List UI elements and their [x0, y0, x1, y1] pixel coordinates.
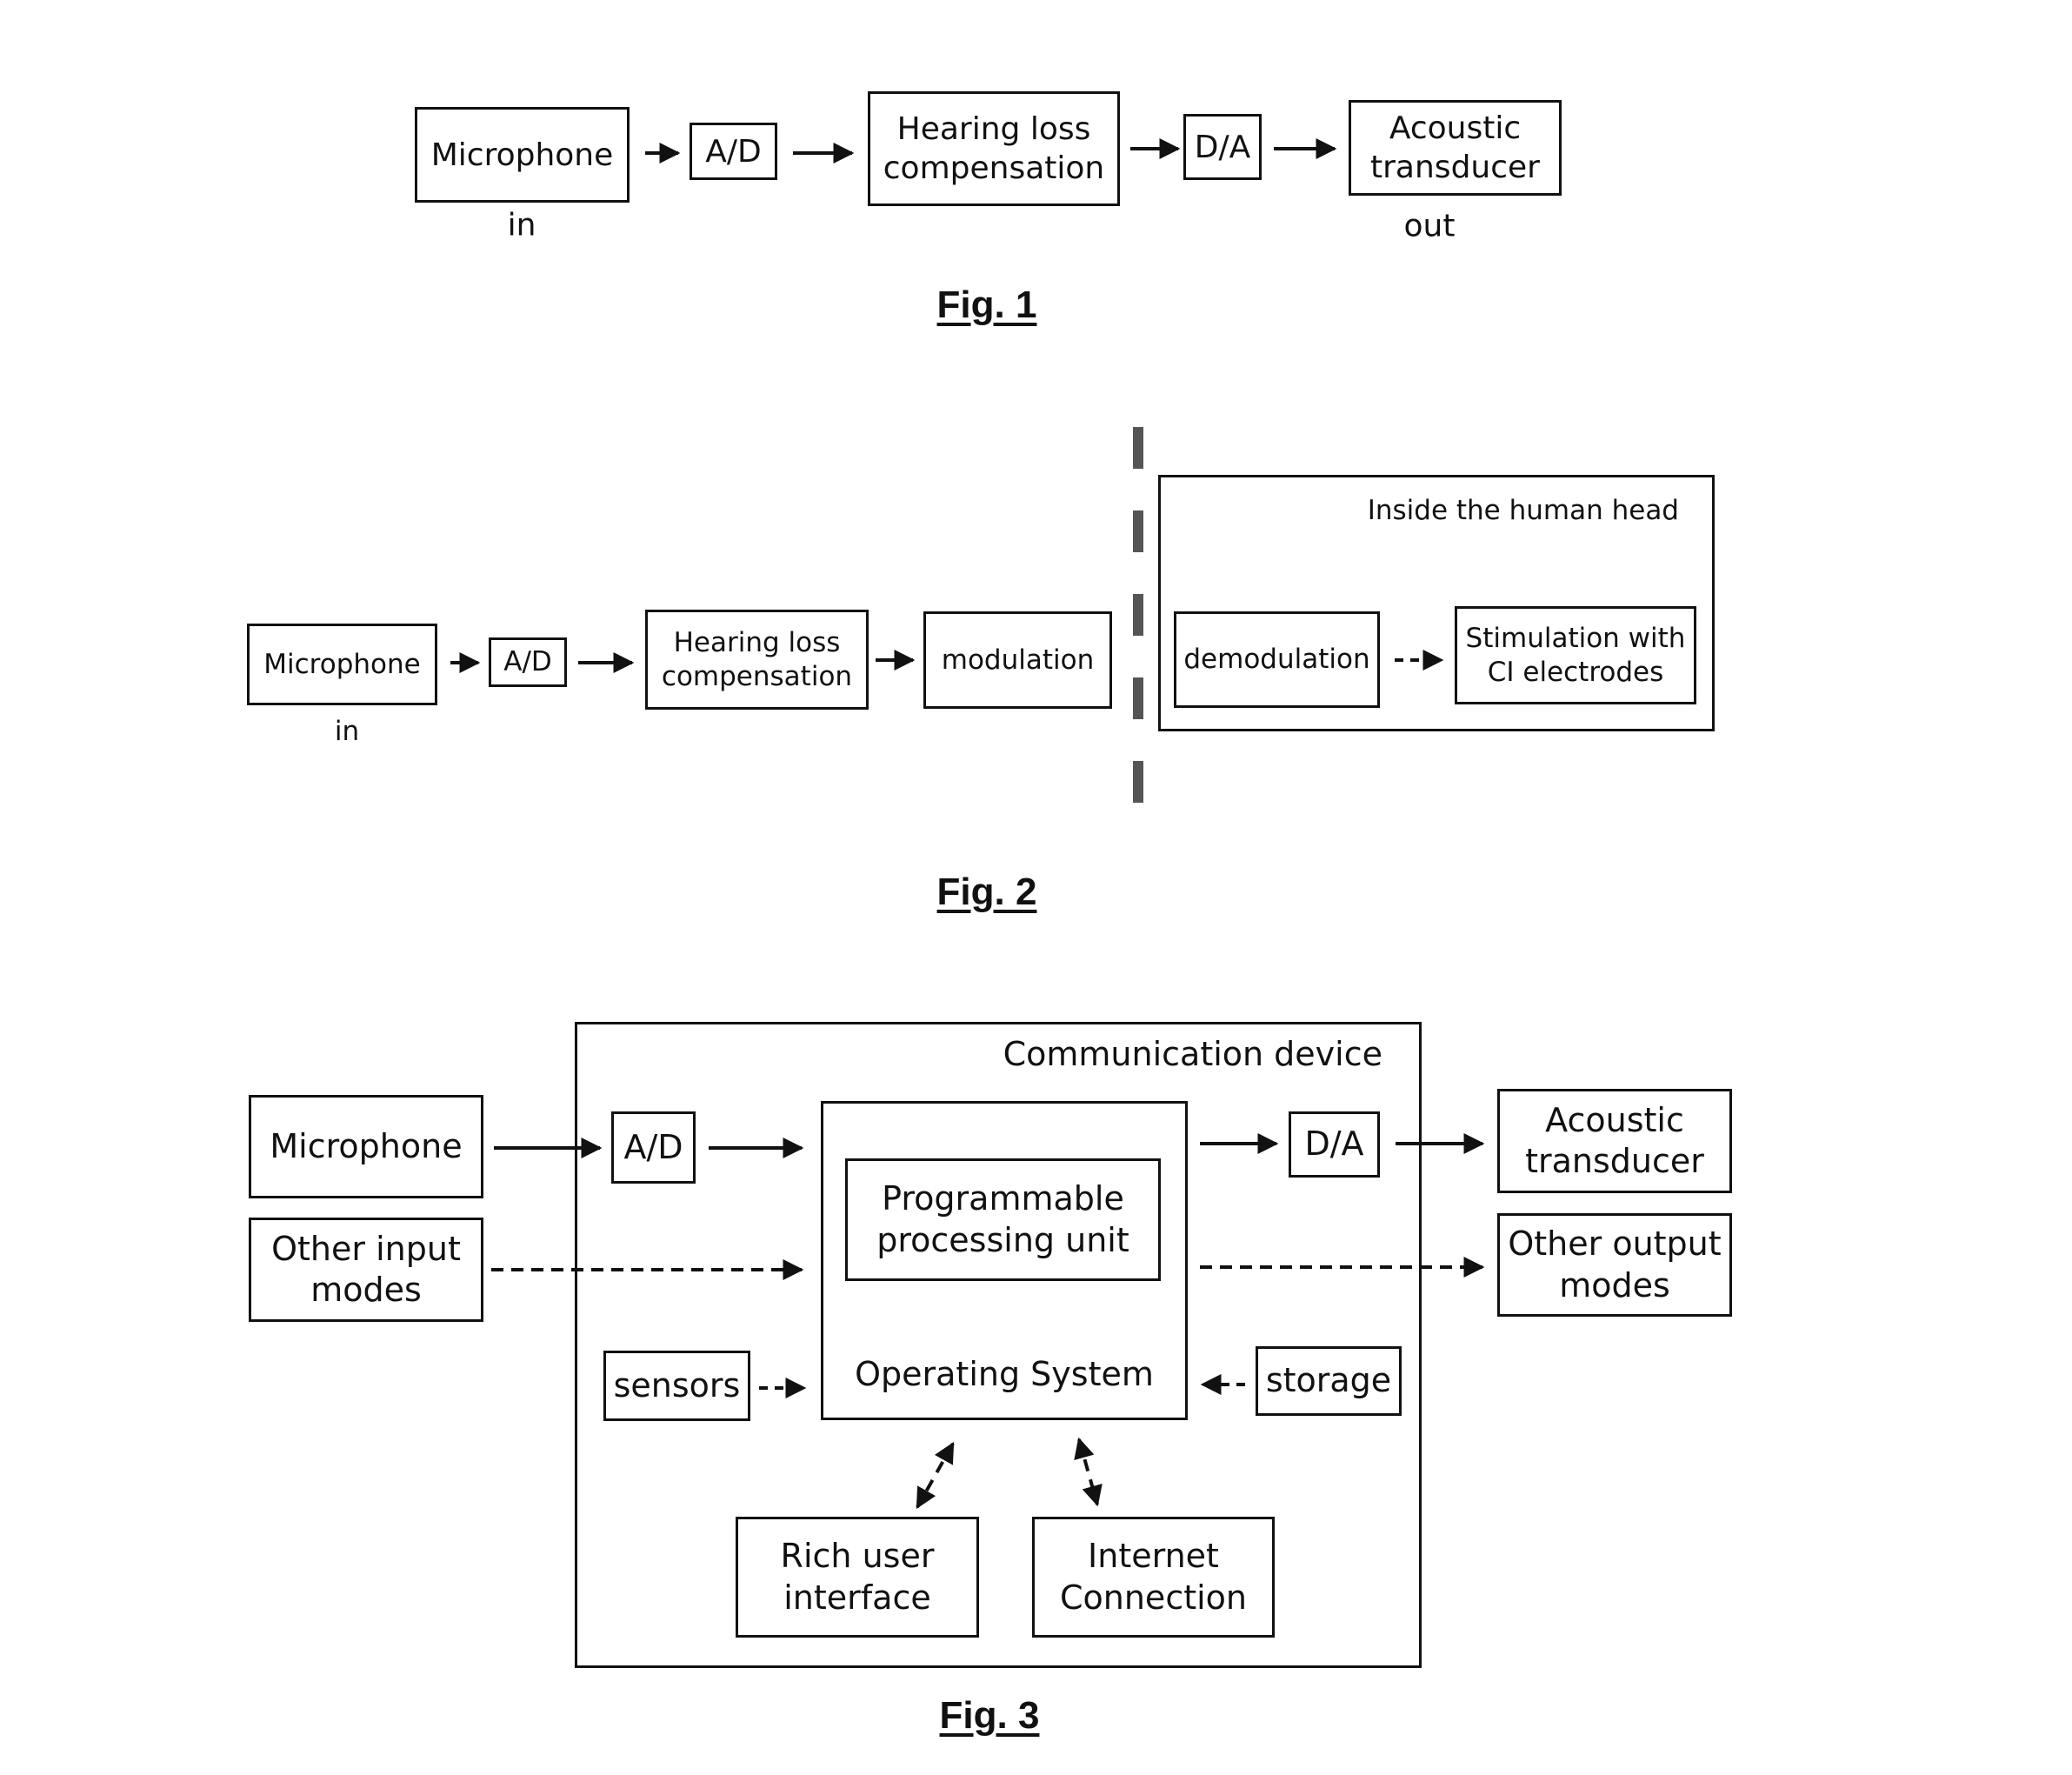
fig3-caption: Fig. 3 [939, 1694, 1040, 1737]
fig2-stim-line2: CI electrodes [1487, 656, 1664, 688]
fig3-other-input-line2: modes [310, 1271, 422, 1309]
fig1-ad-box: A/D [690, 123, 777, 180]
fig1-out-label: out [1403, 208, 1456, 244]
fig3-rich-line1: Rich user [780, 1537, 935, 1575]
fig3-internet-box: Internet Connection [1032, 1517, 1275, 1638]
fig2-stimulation-box: Stimulation with CI electrodes [1455, 606, 1696, 704]
fig3-acoustic-line1: Acoustic [1545, 1100, 1684, 1139]
fig1-microphone-label: Microphone [430, 137, 614, 173]
fig3-rich-ui-box: Rich user interface [736, 1517, 979, 1638]
fig2-microphone-box: Microphone [247, 624, 437, 705]
fig2-demodulation-label: demodulation [1183, 644, 1370, 676]
fig1-microphone-box: Microphone [415, 107, 630, 203]
fig2-hlc-line1: Hearing loss [673, 626, 841, 658]
fig1-hlc-line1: Hearing loss [896, 111, 1091, 147]
fig3-other-output-box: Other output modes [1497, 1213, 1732, 1317]
fig2-hlc-box: Hearing loss compensation [645, 610, 869, 710]
fig3-other-input-line1: Other input [271, 1229, 461, 1268]
fig3-sensors-box: sensors [603, 1351, 750, 1421]
fig2-stim-line1: Stimulation with [1465, 622, 1686, 654]
fig2-hlc-line2: compensation [661, 660, 853, 692]
fig3-other-output-line1: Other output [1508, 1224, 1722, 1263]
fig3-ppu-box: Programmable processing unit [845, 1158, 1161, 1281]
fig3-da-box: D/A [1289, 1111, 1380, 1178]
fig2-ad-box: A/D [489, 637, 567, 687]
fig3-device-title: Communication device [1003, 1035, 1382, 1073]
fig3-internet-line2: Connection [1059, 1578, 1247, 1617]
fig3-other-input-box: Other input modes [249, 1218, 483, 1322]
fig2-inside-head-title: Inside the human head [1367, 495, 1679, 526]
fig3-da-label: D/A [1304, 1124, 1364, 1164]
fig1-ad-label: A/D [705, 133, 762, 170]
fig2-modulation-box: modulation [923, 611, 1112, 709]
fig1-acoustic-line1: Acoustic [1389, 110, 1522, 146]
fig1-acoustic-line2: transducer [1370, 150, 1540, 185]
fig2-caption: Fig. 2 [936, 871, 1037, 913]
fig3-rich-line2: interface [783, 1578, 931, 1617]
fig2-microphone-label: Microphone [263, 648, 421, 680]
fig3-ppu-line2: processing unit [876, 1220, 1129, 1259]
fig1-da-box: D/A [1183, 114, 1262, 180]
fig3-microphone-box: Microphone [249, 1095, 483, 1198]
fig3-storage-box: storage [1256, 1346, 1402, 1416]
fig1-hlc-line2: compensation [883, 150, 1105, 186]
fig2-ad-label: A/D [503, 646, 552, 678]
fig3-storage-label: storage [1265, 1361, 1392, 1400]
fig3-microphone-label: Microphone [270, 1126, 463, 1165]
fig1-in-label: in [507, 207, 536, 244]
fig2-demodulation-box: demodulation [1174, 611, 1380, 708]
fig2-in-label: in [334, 716, 360, 747]
fig3-sensors-label: sensors [613, 1365, 741, 1405]
fig3-acoustic-line2: transducer [1525, 1142, 1704, 1180]
fig3-other-output-line2: modes [1559, 1265, 1670, 1305]
fig3-internet-line1: Internet [1088, 1537, 1219, 1575]
fig1-hlc-box: Hearing loss compensation [868, 91, 1120, 206]
fig3-os-label: Operating System [855, 1354, 1154, 1393]
fig1-da-label: D/A [1194, 129, 1251, 165]
fig3-ppu-line1: Programmable [882, 1179, 1124, 1218]
fig1-acoustic-box: Acoustic transducer [1349, 100, 1562, 196]
fig3-acoustic-box: Acoustic transducer [1497, 1089, 1732, 1193]
fig3-ad-label: A/D [623, 1127, 683, 1166]
fig3-ad-box: A/D [611, 1111, 696, 1184]
fig1-caption: Fig. 1 [936, 284, 1037, 326]
fig2-modulation-label: modulation [941, 644, 1095, 676]
